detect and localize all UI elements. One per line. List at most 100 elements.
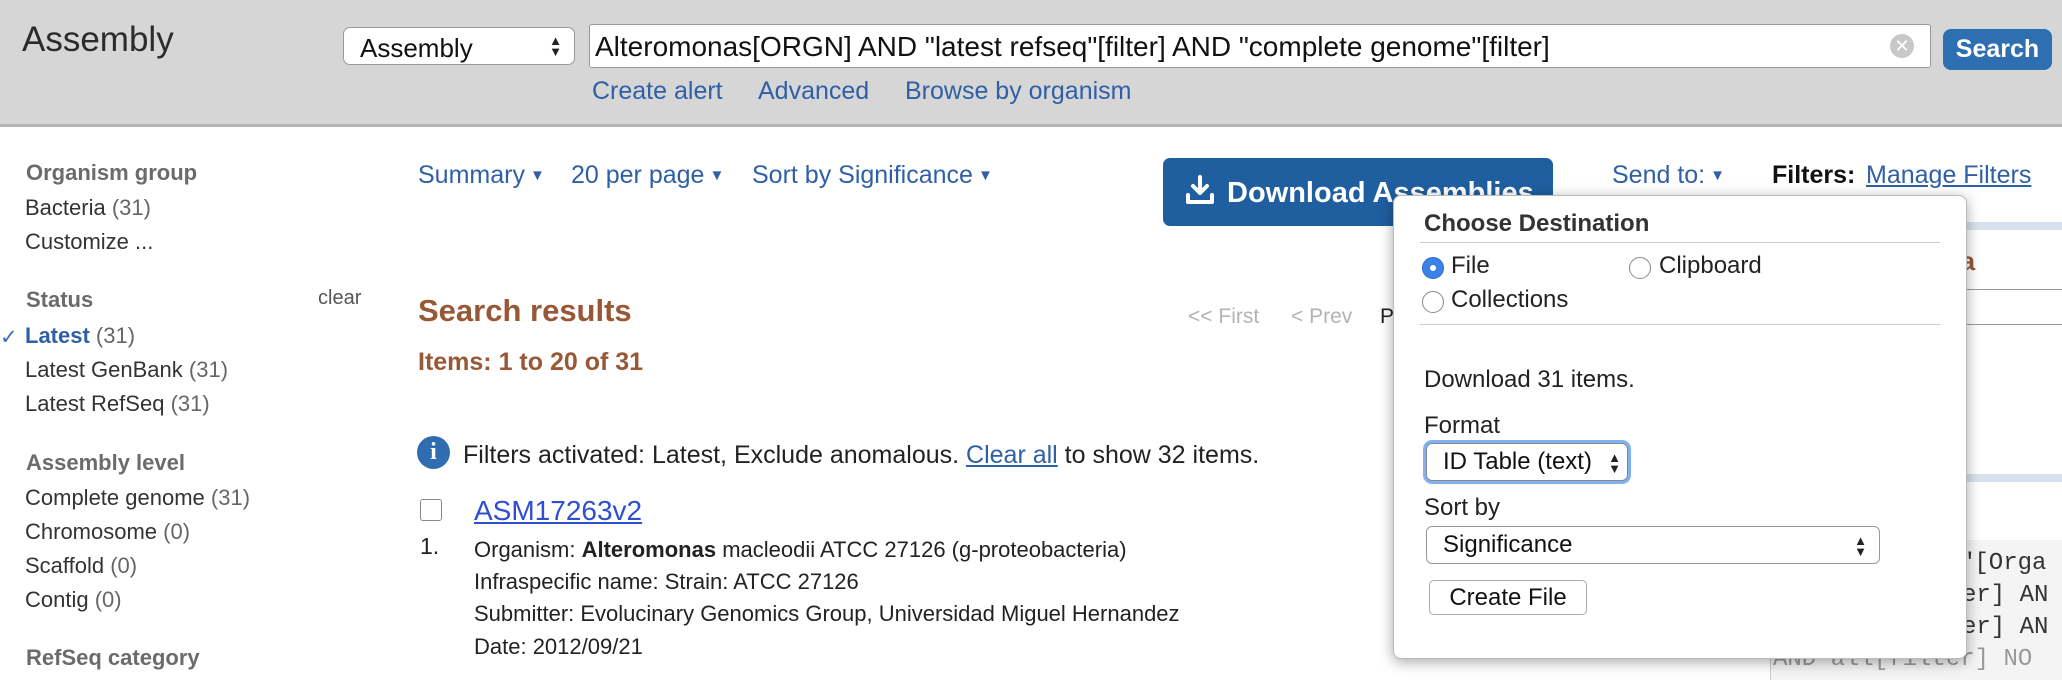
summary-dropdown[interactable]: Summary ▼ xyxy=(418,161,545,190)
filter-label: Complete genome xyxy=(25,485,205,510)
organism-rest: macleodii ATCC 27126 (g-proteobacteria) xyxy=(716,537,1127,562)
filter-count: (31) xyxy=(210,485,251,510)
checkmark-icon: ✓ xyxy=(0,326,18,349)
result-organism: Organism: Alteromonas macleodii ATCC 271… xyxy=(474,537,1127,563)
filter-msg-text: to show 32 items. xyxy=(1057,441,1260,469)
radio-file-label[interactable]: File xyxy=(1451,252,1490,280)
filter-latest[interactable]: Latest (31) xyxy=(25,323,135,349)
browse-by-organism-link[interactable]: Browse by organism xyxy=(905,77,1131,106)
filters-label: Filters: xyxy=(1772,161,1856,189)
result-title-link[interactable]: ASM17263v2 xyxy=(474,495,642,527)
create-file-button[interactable]: Create File xyxy=(1429,580,1587,615)
send-to-popup: Choose Destination File Clipboard Collec… xyxy=(1393,195,1967,659)
caret-down-icon: ▼ xyxy=(1710,167,1725,184)
download-icon xyxy=(1186,175,1214,204)
search-input[interactable]: Alteromonas[ORGN] AND "latest refseq"[fi… xyxy=(589,24,1931,68)
filter-count: (0) xyxy=(110,553,138,578)
filter-label: Chromosome xyxy=(25,519,158,544)
sort-by-label: Sort by xyxy=(1424,494,1501,521)
filter-latest-genbank[interactable]: Latest GenBank (31) xyxy=(25,357,228,383)
per-page-dropdown[interactable]: 20 per page ▼ xyxy=(571,161,724,190)
filter-count: (0) xyxy=(163,519,191,544)
panel-divider xyxy=(1955,222,2062,230)
format-label: Format xyxy=(1424,412,1501,439)
status-clear-link[interactable]: clear xyxy=(318,287,361,310)
popup-divider xyxy=(1420,324,1940,325)
filters-activated-message: Filters activated: Latest, Exclude anoma… xyxy=(463,441,1259,470)
format-select[interactable]: ID Table (text) ▲ ▼ xyxy=(1426,443,1628,481)
filter-count: (0) xyxy=(94,587,122,612)
search-details-line: er] AN xyxy=(1962,614,2049,641)
select-arrows-icon: ▲ ▼ xyxy=(1608,450,1621,476)
pager-prev: < Prev xyxy=(1291,305,1353,328)
radio-collections[interactable] xyxy=(1422,291,1444,313)
filter-contig[interactable]: Contig (0) xyxy=(25,587,122,613)
caret-down-icon: ▼ xyxy=(977,167,993,184)
popup-divider xyxy=(1420,242,1940,243)
radio-clipboard[interactable] xyxy=(1629,257,1651,279)
clear-search-icon[interactable]: ✕ xyxy=(1890,34,1914,58)
radio-file[interactable] xyxy=(1422,257,1444,279)
filter-count: (31) xyxy=(95,323,136,348)
send-to-label: Send to: xyxy=(1612,161,1706,189)
radio-clipboard-label[interactable]: Clipboard xyxy=(1659,252,1762,280)
filter-complete-genome[interactable]: Complete genome (31) xyxy=(25,485,250,511)
filter-customize[interactable]: Customize ... xyxy=(25,229,153,255)
pager-first: << First xyxy=(1188,305,1260,328)
info-icon: i xyxy=(417,436,450,469)
filter-label: Scaffold xyxy=(25,553,105,578)
filter-label: Bacteria xyxy=(25,195,106,220)
filter-label: Latest RefSeq xyxy=(25,391,165,416)
summary-label: Summary xyxy=(418,161,525,189)
pager-page: P xyxy=(1380,305,1395,328)
sort-by-select[interactable]: Significance ▲ ▼ xyxy=(1426,526,1880,564)
select-arrows-icon: ▲ ▼ xyxy=(549,33,562,59)
result-infraspecific: Infraspecific name: Strain: ATCC 27126 xyxy=(474,569,859,594)
result-date: Date: 2012/09/21 xyxy=(474,634,643,659)
organism-group-heading: Organism group xyxy=(26,160,198,185)
filter-label: Contig xyxy=(25,587,89,612)
search-details-line: er] AN xyxy=(1962,582,2049,609)
popup-title: Choose Destination xyxy=(1424,210,1650,237)
items-count: Items: 1 to 20 of 31 xyxy=(418,348,644,376)
database-title: Assembly xyxy=(22,20,174,59)
result-checkbox[interactable] xyxy=(420,499,442,521)
create-alert-link[interactable]: Create alert xyxy=(592,77,723,106)
results-title: Search results xyxy=(418,293,632,328)
organism-label: Organism: xyxy=(474,537,582,562)
caret-down-icon: ▼ xyxy=(529,167,545,184)
result-number: 1. xyxy=(420,533,440,559)
search-button[interactable]: Search xyxy=(1943,29,2052,70)
sort-by-select-value: Significance xyxy=(1443,531,1573,558)
format-select-value: ID Table (text) xyxy=(1443,448,1592,475)
filter-chromosome[interactable]: Chromosome (0) xyxy=(25,519,190,545)
filter-latest-refseq[interactable]: Latest RefSeq (31) xyxy=(25,391,210,417)
sort-label: Sort by Significance xyxy=(752,161,973,189)
radio-collections-label[interactable]: Collections xyxy=(1451,286,1568,314)
status-heading: Status xyxy=(26,287,94,312)
manage-filters-link[interactable]: Manage Filters xyxy=(1866,161,2031,190)
advanced-link[interactable]: Advanced xyxy=(758,77,869,106)
filter-label: Customize ... xyxy=(25,229,154,254)
search-header: Assembly Assembly ▲ ▼ Alteromonas[ORGN] A… xyxy=(0,0,2062,127)
organism-genus: Alteromonas xyxy=(581,537,717,562)
sort-dropdown[interactable]: Sort by Significance ▼ xyxy=(752,161,993,190)
send-to-dropdown[interactable]: Send to: ▼ xyxy=(1612,161,1725,190)
per-page-label: 20 per page xyxy=(571,161,705,189)
filter-scaffold[interactable]: Scaffold (0) xyxy=(25,553,137,579)
filter-count: (31) xyxy=(188,357,229,382)
clear-all-link[interactable]: Clear all xyxy=(966,441,1058,469)
select-arrows-icon: ▲ ▼ xyxy=(1854,533,1867,559)
caret-down-icon: ▼ xyxy=(709,167,725,184)
download-count-text: Download 31 items. xyxy=(1424,366,1635,393)
result-submitter: Submitter: Evolucinary Genomics Group, U… xyxy=(474,601,1180,626)
filter-label: Latest xyxy=(25,323,90,348)
search-details-line: "[Orga xyxy=(1960,550,2047,577)
refseq-category-heading: RefSeq category xyxy=(26,645,200,670)
filter-bacteria[interactable]: Bacteria (31) xyxy=(25,195,151,221)
filter-msg-text: Filters activated: Latest, Exclude anoma… xyxy=(463,441,967,469)
database-select[interactable]: Assembly ▲ ▼ xyxy=(343,27,575,65)
filter-count: (31) xyxy=(111,195,151,220)
filter-label: Latest GenBank xyxy=(25,357,183,382)
filter-count: (31) xyxy=(170,391,210,416)
